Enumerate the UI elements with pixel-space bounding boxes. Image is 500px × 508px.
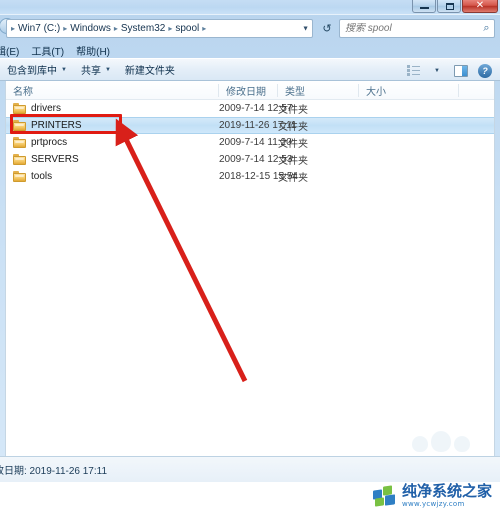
brand-text: 纯净系统之家 www.ycwjzy.com [402, 484, 492, 508]
cell-name[interactable]: tools [13, 171, 52, 182]
brand-url: www.ycwjzy.com [401, 500, 465, 508]
minimize-icon [420, 7, 429, 9]
command-toolbar: 包含到库中 ▼ 共享 ▼ 新建文件夹 ▼ ? [0, 58, 500, 81]
cell-name[interactable]: PRINTERS [13, 120, 82, 131]
breadcrumb-item-drive[interactable]: Win7 (C:) [17, 23, 61, 34]
search-input[interactable] [340, 23, 479, 34]
file-rows: drivers 2009-7-14 12:57 文件夹 PRINTERS 2019-11… [6, 100, 494, 185]
breadcrumb-separator-1: ▸ [63, 24, 68, 33]
branding-strip: 纯净系统之家 www.ycwjzy.com [0, 482, 500, 508]
folder-icon [13, 137, 26, 148]
column-header-date[interactable]: 修改日期 [219, 81, 278, 100]
minimize-button[interactable] [412, 0, 436, 13]
close-button[interactable]: ✕ [462, 0, 498, 13]
cell-type: 文件夹 [278, 122, 308, 133]
breadcrumb-separator-3: ▸ [168, 24, 173, 33]
chevron-down-icon[interactable]: ▼ [302, 25, 309, 32]
cell-type: 文件夹 [278, 156, 308, 167]
column-header-label: 名称 [13, 87, 33, 98]
cell-type: 文件夹 [278, 139, 308, 150]
new-folder-button[interactable]: 新建文件夹 [118, 59, 182, 80]
file-name-label: drivers [31, 103, 62, 114]
column-header-label: 修改日期 [226, 87, 266, 98]
breadcrumb-item-spool[interactable]: spool [174, 23, 200, 34]
toolbar-right-group: ▼ ? [402, 59, 496, 82]
site-branding: 纯净系统之家 www.ycwjzy.com [372, 484, 492, 508]
share-button[interactable]: 共享 ▼ [74, 59, 118, 80]
folder-icon [13, 120, 26, 131]
column-header-row: 名称 修改日期 类型 大小 [6, 81, 494, 100]
maximize-button[interactable] [437, 0, 461, 13]
table-row[interactable]: prtprocs 2009-7-14 11:20 文件夹 [6, 134, 494, 151]
folder-icon [13, 103, 26, 114]
table-row[interactable]: drivers 2009-7-14 12:57 文件夹 [6, 100, 494, 117]
chevron-down-icon: ▼ [434, 67, 440, 74]
column-header-type[interactable]: 类型 [278, 81, 359, 100]
view-dropdown-button[interactable]: ▼ [426, 61, 448, 80]
breadcrumb-item-system32[interactable]: System32 [120, 23, 166, 34]
table-row[interactable]: PRINTERS 2019-11-26 17:11 文件夹 [6, 117, 494, 134]
status-text: 修改日期: 2019-11-26 17:11 [0, 466, 108, 477]
file-name-label: tools [31, 171, 53, 182]
window-controls: ✕ [411, 0, 498, 15]
cell-type: 文件夹 [278, 173, 308, 184]
brand-logo-icon [372, 484, 397, 507]
include-in-library-button[interactable]: 包含到库中 ▼ [0, 59, 74, 80]
cell-type: 文件夹 [278, 105, 308, 116]
brand-name: 纯净系统之家 [401, 482, 492, 500]
menu-bar: 编辑(E) 工具(T) 帮助(H) [0, 42, 500, 58]
maximize-icon [446, 3, 454, 10]
view-list-icon [406, 65, 420, 76]
chevron-down-icon: ▼ [61, 66, 67, 73]
preview-pane-button[interactable] [450, 61, 472, 80]
menu-item-edit[interactable]: 编辑(E) [0, 42, 25, 59]
column-header-name[interactable]: 名称 [6, 81, 219, 100]
status-bar: 修改日期: 2019-11-26 17:11 [0, 456, 500, 482]
folder-icon [13, 171, 26, 182]
folder-icon [13, 154, 26, 165]
help-button[interactable]: ? [474, 61, 496, 80]
explorer-window: ✕ ▸ Win7 (C:) ▸ Windows ▸ System32 ▸ spo… [0, 0, 500, 482]
chevron-down-icon: ▼ [104, 66, 111, 73]
file-name-label: SERVERS [31, 154, 79, 165]
menu-item-help[interactable]: 帮助(H) [70, 42, 116, 59]
file-name-label: PRINTERS [31, 120, 82, 131]
address-bar-row: ▸ Win7 (C:) ▸ Windows ▸ System32 ▸ spool… [0, 15, 500, 42]
include-in-library-label: 包含到库中 [7, 66, 57, 77]
table-row[interactable]: tools 2018-12-15 15:54 文件夹 [6, 168, 494, 185]
help-icon: ? [478, 63, 492, 78]
new-folder-label: 新建文件夹 [124, 66, 175, 77]
table-row[interactable]: SERVERS 2009-7-14 12:53 文件夹 [6, 151, 494, 168]
refresh-button[interactable]: ↺ [317, 19, 337, 38]
faint-watermark [410, 426, 480, 452]
search-icon[interactable]: ⌕ [479, 22, 494, 35]
preview-pane-icon [454, 64, 468, 77]
menu-item-tools[interactable]: 工具(T) [25, 42, 70, 59]
breadcrumb-item-windows[interactable]: Windows [69, 23, 112, 34]
column-header-label: 大小 [366, 87, 386, 98]
cell-name[interactable]: SERVERS [13, 154, 79, 165]
breadcrumb-separator-2: ▸ [113, 24, 118, 33]
column-header-size[interactable]: 大小 [359, 81, 459, 100]
file-list-area[interactable]: 名称 修改日期 类型 大小 drivers 2009-7-14 12:57 文件夹 PRIN… [5, 81, 495, 456]
share-label: 共享 [80, 66, 101, 77]
title-bar[interactable]: ✕ [0, 0, 500, 15]
close-icon: ✕ [475, 0, 485, 11]
column-header-label: 类型 [285, 87, 305, 98]
file-name-label: prtprocs [31, 137, 68, 148]
breadcrumb-separator-lead: ▸ [11, 24, 16, 33]
search-box[interactable]: ⌕ [339, 19, 495, 38]
breadcrumb-separator-4[interactable]: ▸ [200, 24, 208, 33]
cell-name[interactable]: prtprocs [13, 137, 67, 148]
breadcrumb[interactable]: ▸ Win7 (C:) ▸ Windows ▸ System32 ▸ spool… [6, 19, 313, 38]
cell-name[interactable]: drivers [13, 103, 61, 114]
view-options-button[interactable] [402, 61, 424, 80]
